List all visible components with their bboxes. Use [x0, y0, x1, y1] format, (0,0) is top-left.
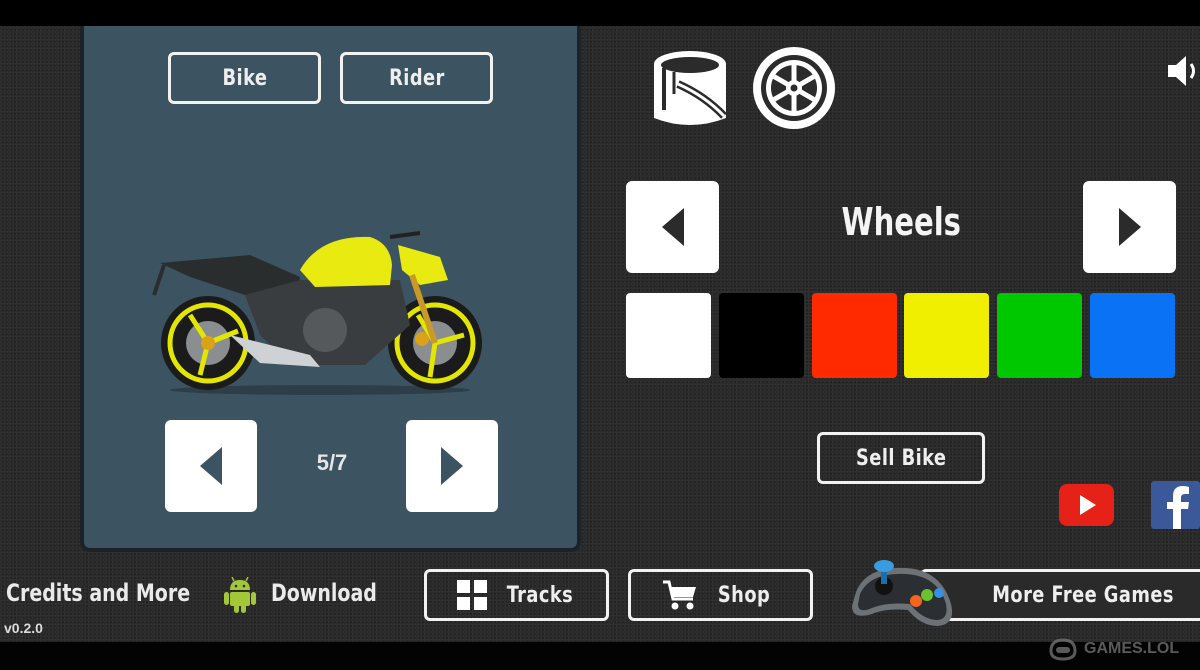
credits-link[interactable]: Credits and More	[6, 579, 215, 607]
facebook-icon[interactable]	[1151, 481, 1200, 529]
download-link[interactable]: Download	[271, 579, 391, 607]
shop-label: Shop	[717, 582, 771, 608]
credits-label: Credits and More	[6, 579, 191, 607]
tab-bike[interactable]: Bike	[168, 52, 321, 104]
sell-bike-label: Sell Bike	[855, 445, 947, 471]
youtube-icon[interactable]	[1059, 484, 1114, 526]
color-swatch-green[interactable]	[997, 293, 1082, 378]
next-category-button[interactable]	[1083, 181, 1176, 273]
shop-button[interactable]: Shop	[628, 569, 813, 621]
color-swatch-black[interactable]	[719, 293, 804, 378]
wheel-icon[interactable]	[752, 46, 836, 130]
grid-icon	[457, 580, 487, 610]
arrow-left-icon	[661, 208, 684, 246]
headlight-fairing	[398, 245, 448, 285]
more-free-games-button[interactable]: More Free Games	[920, 569, 1200, 621]
version-label: v0.2.0	[4, 620, 43, 636]
tab-rider-label: Rider	[388, 65, 445, 91]
color-swatch-red[interactable]	[812, 293, 897, 378]
speaker-icon[interactable]	[1166, 53, 1200, 89]
category-title-label: Wheels	[841, 200, 961, 244]
fuel-tank	[300, 236, 392, 287]
tracks-label: Tracks	[506, 582, 574, 608]
tab-bike-label: Bike	[222, 65, 267, 91]
previous-category-button[interactable]	[626, 181, 719, 273]
watermark-text: GAMES.LOL	[1084, 640, 1180, 657]
arrow-left-icon	[200, 447, 222, 485]
color-swatch-blue[interactable]	[1090, 293, 1175, 378]
more-free-games-label: More Free Games	[992, 582, 1174, 608]
games-lol-logo-icon	[1049, 638, 1077, 661]
gamepad-icon[interactable]	[846, 554, 958, 632]
tracks-button[interactable]: Tracks	[424, 569, 609, 621]
color-swatch-white[interactable]	[626, 293, 711, 378]
arrow-right-icon	[1118, 208, 1141, 246]
top-letterbox	[0, 0, 1200, 26]
tab-rider[interactable]: Rider	[340, 52, 493, 104]
color-swatch-yellow[interactable]	[904, 293, 989, 378]
category-title: Wheels	[720, 200, 1082, 244]
paint-bucket-icon[interactable]	[650, 46, 732, 130]
previous-bike-button[interactable]	[165, 420, 257, 512]
arrow-right-icon	[441, 447, 463, 485]
next-bike-button[interactable]	[406, 420, 498, 512]
sell-bike-button[interactable]: Sell Bike	[817, 432, 985, 484]
cart-icon	[663, 580, 696, 610]
watermark: GAMES.LOL	[1048, 637, 1179, 661]
android-icon[interactable]	[224, 577, 256, 613]
download-label: Download	[271, 579, 377, 607]
motorcycle-image	[152, 231, 482, 395]
bike-page-indicator: 5/7	[316, 450, 348, 475]
bottom-letterbox	[0, 642, 1200, 670]
